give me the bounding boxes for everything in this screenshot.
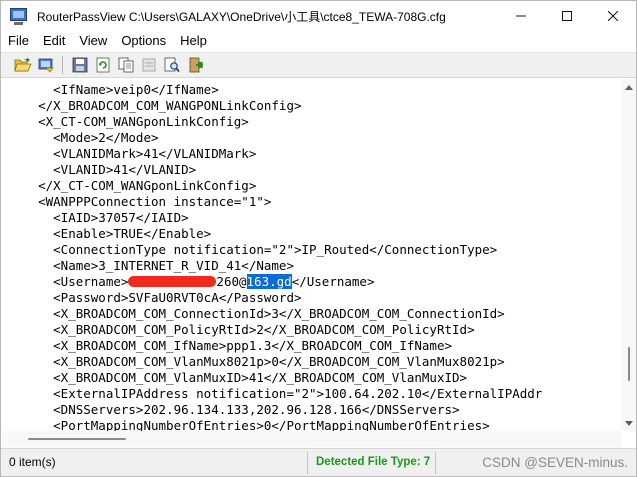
scroll-up-button[interactable] <box>621 79 636 95</box>
copy-icon <box>118 57 133 73</box>
config-line: <WANPPPConnection instance="1"> <box>8 194 272 209</box>
config-line: <Mode>2</Mode> <box>8 130 159 145</box>
menu-bar: File Edit View Options Help <box>1 31 636 51</box>
menu-help[interactable]: Help <box>173 31 214 51</box>
config-line: <Username> 260@163.gd</Username> <box>8 274 542 290</box>
refresh-button[interactable] <box>91 54 114 76</box>
save-icon <box>72 57 87 73</box>
close-button[interactable] <box>590 1 636 31</box>
scroll-up-icon <box>625 84 633 90</box>
menu-file[interactable]: File <box>1 31 36 51</box>
horizontal-scrollbar[interactable] <box>2 431 621 447</box>
config-line: <VLANIDMark>41</VLANIDMark> <box>8 146 257 161</box>
config-line: <ExternalIPAddress notification="2">100.… <box>8 386 543 401</box>
config-line: <PortMappingNumberOfEntries>0</PortMappi… <box>8 418 490 431</box>
scroll-down-button[interactable] <box>621 415 636 431</box>
config-line: <X_BROADCOM_COM_VlanMuxID>41</X_BROADCOM… <box>8 370 468 385</box>
title-bar[interactable]: RouterPassView C:\Users\GALAXY\OneDrive\… <box>1 1 636 31</box>
status-bar: 0 item(s) Detected File Type: 7 CSDN @SE… <box>1 448 636 476</box>
find-icon <box>164 57 180 73</box>
config-text-view[interactable]: <IfName>veip0</IfName> </X_BROADCOM_COM_… <box>2 79 620 431</box>
username-close-tag: </Username> <box>291 274 375 289</box>
config-line: <X_CT-COM_WANGponLinkConfig> <box>8 114 249 129</box>
redaction-mark <box>128 276 217 287</box>
config-line: <Password>SVFaU0RVT0cA</Password> <box>8 290 302 305</box>
properties-button[interactable] <box>137 54 160 76</box>
vertical-scrollbar[interactable] <box>621 79 636 431</box>
toolbar-separator <box>62 56 63 74</box>
watermark: CSDN @SEVEN-minus. <box>482 455 628 470</box>
copy-button[interactable] <box>114 54 137 76</box>
config-line: <X_BROADCOM_COM_PolicyRtId>2</X_BROADCOM… <box>8 322 475 337</box>
username-visible-part: 260@ <box>216 274 247 289</box>
app-window: RouterPassView C:\Users\GALAXY\OneDrive\… <box>0 0 637 477</box>
config-line: <VLANID>41</VLANID> <box>8 162 197 177</box>
open-folder-button[interactable] <box>11 54 34 76</box>
open-router-icon <box>38 58 54 73</box>
close-icon <box>608 11 618 21</box>
status-file-type: Detected File Type: 7 <box>316 456 431 468</box>
open-router-config-button[interactable] <box>34 54 57 76</box>
refresh-icon <box>96 57 109 73</box>
config-line: <X_BROADCOM_COM_VlanMux8021p>0</X_BROADC… <box>8 354 505 369</box>
exit-button[interactable] <box>183 54 206 76</box>
selected-text[interactable]: 163.gd <box>246 274 292 289</box>
status-divider <box>435 452 436 474</box>
vertical-scroll-thumb[interactable] <box>628 347 630 381</box>
horizontal-scroll-thumb[interactable] <box>28 438 126 440</box>
config-line: <Name>3_INTERNET_R_VID_41</Name> <box>8 258 294 273</box>
config-line: <Enable>TRUE</Enable> <box>8 226 212 241</box>
config-line: <X_BROADCOM_COM_IfName>ppp1.3</X_BROADCO… <box>8 338 453 353</box>
scroll-down-icon <box>625 420 633 426</box>
username-open-tag: <Username> <box>8 274 129 289</box>
app-icon <box>9 6 29 26</box>
config-xml-text: <IfName>veip0</IfName> </X_BROADCOM_COM_… <box>8 82 542 431</box>
status-item-count: 0 item(s) <box>9 455 56 469</box>
config-line: <X_BROADCOM_COM_ConnectionId>3</X_BROADC… <box>8 306 505 321</box>
toolbar <box>1 52 636 78</box>
maximize-icon <box>562 11 572 21</box>
minimize-icon <box>516 15 526 17</box>
config-line: <IAID>37057</IAID> <box>8 210 189 225</box>
exit-icon <box>189 57 203 73</box>
save-button[interactable] <box>68 54 91 76</box>
window-title: RouterPassView C:\Users\GALAXY\OneDrive\… <box>37 9 446 24</box>
menu-options[interactable]: Options <box>114 31 173 51</box>
config-line: <DNSServers>202.96.134.133,202.96.128.16… <box>8 402 460 417</box>
status-divider <box>307 452 308 474</box>
properties-icon <box>142 58 155 72</box>
config-line: <IfName>veip0</IfName> <box>8 82 219 97</box>
window-controls <box>498 1 636 31</box>
menu-view[interactable]: View <box>72 31 114 51</box>
find-button[interactable] <box>160 54 183 76</box>
maximize-button[interactable] <box>544 1 590 31</box>
minimize-button[interactable] <box>498 1 544 31</box>
config-line: </X_BROADCOM_COM_WANGPONLinkConfig> <box>8 98 302 113</box>
open-folder-icon <box>13 57 32 72</box>
config-line: <ConnectionType notification="2">IP_Rout… <box>8 242 498 257</box>
config-line: </X_CT-COM_WANGponLinkConfig> <box>8 178 257 193</box>
menu-edit[interactable]: Edit <box>36 31 72 51</box>
